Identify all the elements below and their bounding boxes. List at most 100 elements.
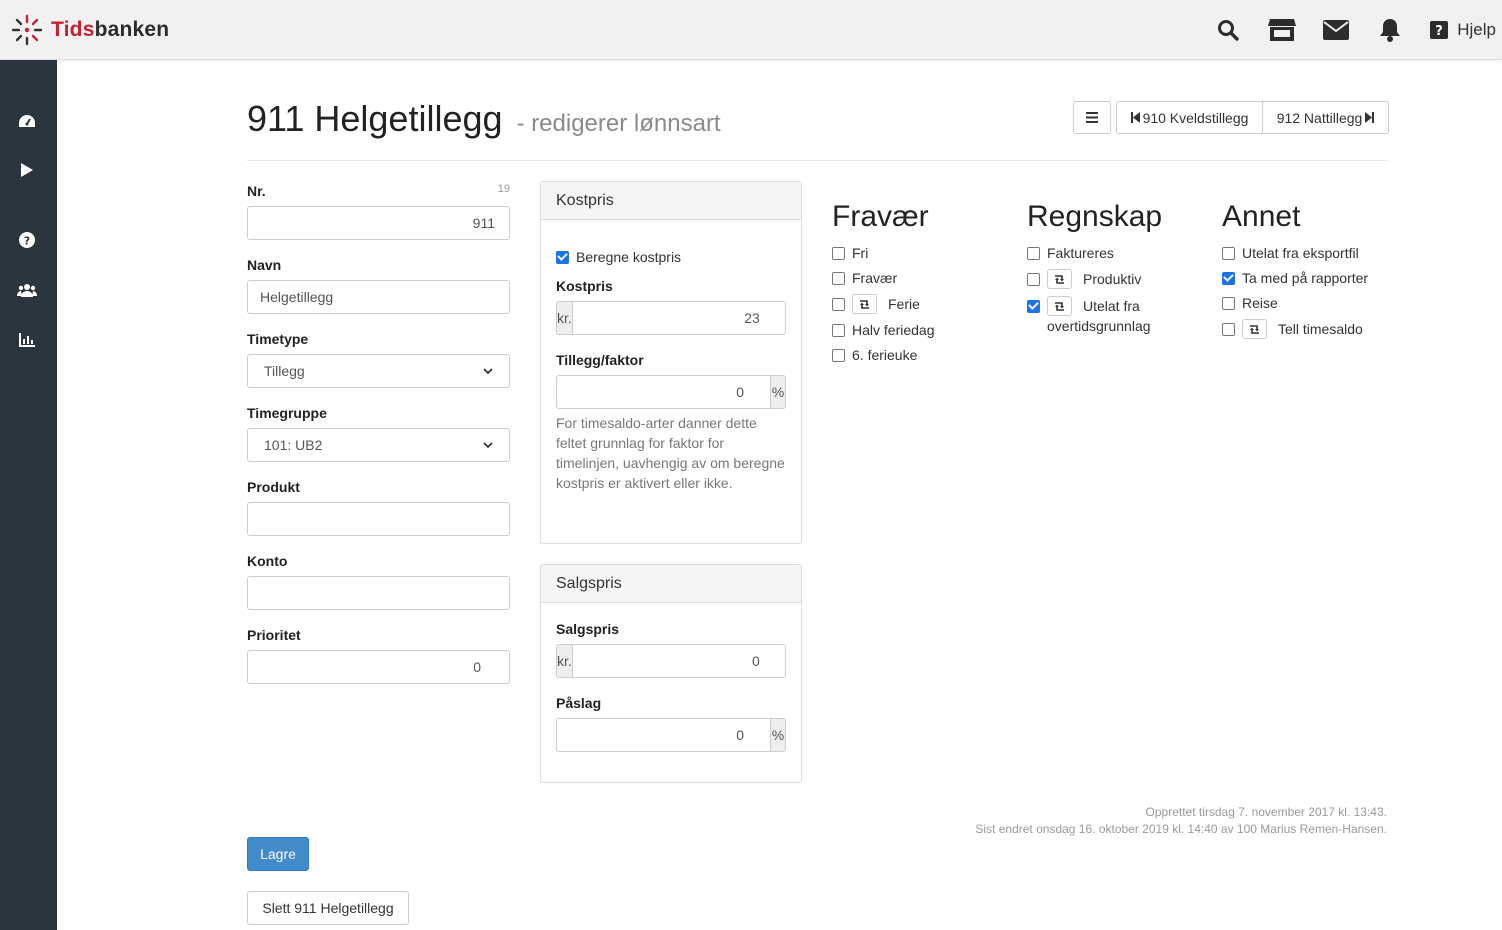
hamburger-icon [1086, 112, 1098, 123]
reise-label: Reise [1242, 295, 1278, 311]
help-label: Hjelp [1457, 20, 1496, 39]
tillegg-faktor-input[interactable] [557, 376, 770, 408]
produkt-input[interactable] [247, 502, 510, 536]
kostpris-input[interactable] [572, 302, 785, 334]
annet-option-tell-timesaldo: Tell timesaldo [1222, 319, 1363, 339]
brand-logo[interactable]: Tidsbanken [11, 14, 169, 46]
brand-name-part1: Tids [51, 18, 95, 41]
header-toolbar: ? Hjelp [1214, 0, 1502, 60]
retweet-icon[interactable] [1047, 296, 1072, 316]
produkt-label: Produkt [247, 479, 300, 495]
ferie-label: Ferie [888, 296, 920, 312]
halv-feriedag-checkbox[interactable] [832, 323, 845, 337]
paslag-percent-addon: % [770, 719, 785, 751]
kostpris-label: Kostpris [556, 278, 613, 294]
retweet-icon[interactable] [1047, 269, 1072, 289]
save-button[interactable]: Lagre [247, 837, 309, 871]
kostpris-input-group: kr. [556, 301, 786, 335]
chart-icon[interactable] [16, 329, 38, 351]
utelat-overtid-label: Utelat fra [1083, 298, 1140, 314]
timegruppe-label: Timegruppe [247, 405, 327, 421]
fravaer-option-fri: Fri [832, 245, 868, 261]
envelope-icon[interactable] [1322, 16, 1350, 44]
paslag-input[interactable] [557, 719, 770, 751]
salgspris-currency-addon: kr. [557, 645, 573, 677]
question-circle-icon[interactable]: ? [16, 229, 38, 251]
konto-input[interactable] [247, 576, 510, 610]
sidebar: ? [0, 60, 57, 930]
kostpris-currency-addon: kr. [557, 302, 573, 334]
step-backward-icon [1130, 112, 1140, 123]
svg-text:?: ? [1435, 24, 1443, 39]
timegruppe-select[interactable]: 101: UB2 [247, 428, 510, 462]
paslag-label: Påslag [556, 695, 602, 711]
svg-text:?: ? [24, 235, 30, 248]
utelat-overtid-label-line2-row: overtidsgrunnlag [1047, 318, 1151, 334]
faktureres-checkbox[interactable] [1027, 246, 1040, 260]
annet-option-ta-med-rapporter: Ta med på rapporter [1222, 270, 1368, 286]
play-icon[interactable] [16, 159, 38, 181]
beregne-kostpris-row: Beregne kostpris [556, 249, 681, 265]
ta-med-rapporter-checkbox[interactable] [1222, 271, 1235, 285]
record-navigation: 910 Kveldstillegg 912 Nattillegg [1073, 101, 1389, 134]
users-icon[interactable] [16, 279, 38, 301]
fravaer-option-ferie: Ferie [832, 294, 920, 314]
fri-checkbox[interactable] [832, 246, 845, 260]
nr-label: Nr. [247, 183, 266, 199]
created-info: Opprettet tirsdag 7. november 2017 kl. 1… [1145, 805, 1387, 819]
timetype-select[interactable]: Tillegg [247, 354, 510, 388]
next-record-button[interactable]: 912 Nattillegg [1263, 101, 1389, 134]
chevron-down-icon [483, 441, 493, 448]
heading-divider [247, 160, 1387, 161]
utelat-eksportfil-checkbox[interactable] [1222, 246, 1235, 260]
timetype-label: Timetype [247, 331, 309, 347]
help-button[interactable]: ? Hjelp [1430, 20, 1496, 40]
beregne-kostpris-label: Beregne kostpris [576, 249, 682, 265]
nr-input[interactable] [247, 206, 510, 240]
navn-label: Navn [247, 257, 282, 273]
tillegg-faktor-help-text: For timesaldo-arter danner dette feltet … [556, 415, 785, 491]
tell-timesaldo-label: Tell timesaldo [1278, 321, 1363, 337]
tell-timesaldo-checkbox[interactable] [1222, 322, 1235, 336]
6-ferieuke-checkbox[interactable] [832, 348, 845, 362]
page-subtitle: - redigerer lønnsart [516, 110, 721, 137]
navn-input[interactable] [247, 280, 510, 314]
retweet-icon[interactable] [852, 294, 877, 314]
produktiv-checkbox[interactable] [1027, 272, 1040, 286]
question-square-icon: ? [1430, 21, 1449, 39]
salgspris-input[interactable] [572, 645, 785, 677]
paslag-input-group: % [556, 718, 786, 752]
annet-option-utelat-eksportfil: Utelat fra eksportfil [1222, 245, 1359, 261]
reise-checkbox[interactable] [1222, 296, 1235, 310]
bell-icon[interactable] [1376, 16, 1404, 44]
brand-name-part2: banken [94, 18, 170, 41]
tillegg-faktor-label: Tillegg/faktor [556, 352, 644, 368]
page-title: 911 Helgetillegg - redigerer lønnsart [247, 98, 721, 140]
timegruppe-selected-value: 101: UB2 [264, 437, 323, 453]
prioritet-input[interactable] [247, 650, 510, 684]
modified-info: Sist endret onsdag 16. oktober 2019 kl. … [975, 822, 1387, 836]
regnskap-heading: Regnskap [1027, 200, 1163, 233]
previous-record-button[interactable]: 910 Kveldstillegg [1116, 101, 1263, 134]
beregne-kostpris-checkbox[interactable] [556, 250, 569, 264]
konto-label: Konto [247, 553, 288, 569]
fravaer-option-fravaer: Fravær [832, 270, 897, 286]
retweet-icon[interactable] [1242, 319, 1267, 339]
tillegg-faktor-input-group: % [556, 375, 786, 409]
prioritet-label: Prioritet [247, 627, 301, 643]
ferie-checkbox[interactable] [832, 297, 845, 311]
page-title-text: 911 Helgetillegg [247, 98, 503, 139]
utelat-overtid-checkbox[interactable] [1027, 299, 1040, 313]
menu-button[interactable] [1073, 101, 1111, 134]
salgspris-label: Salgspris [556, 621, 620, 637]
store-icon[interactable] [1268, 16, 1297, 44]
dashboard-icon[interactable] [16, 110, 38, 132]
fravaer-option-6-ferieuke: 6. ferieuke [832, 347, 917, 363]
previous-record-label: 910 Kveldstillegg [1142, 109, 1249, 126]
ta-med-rapporter-label: Ta med på rapporter [1242, 270, 1369, 286]
fravaer-checkbox[interactable] [832, 271, 845, 285]
annet-heading: Annet [1222, 200, 1301, 233]
search-icon[interactable] [1214, 16, 1242, 44]
delete-button[interactable]: Slett 911 Helgetillegg [247, 891, 409, 925]
brand-name: Tidsbanken [51, 18, 169, 42]
